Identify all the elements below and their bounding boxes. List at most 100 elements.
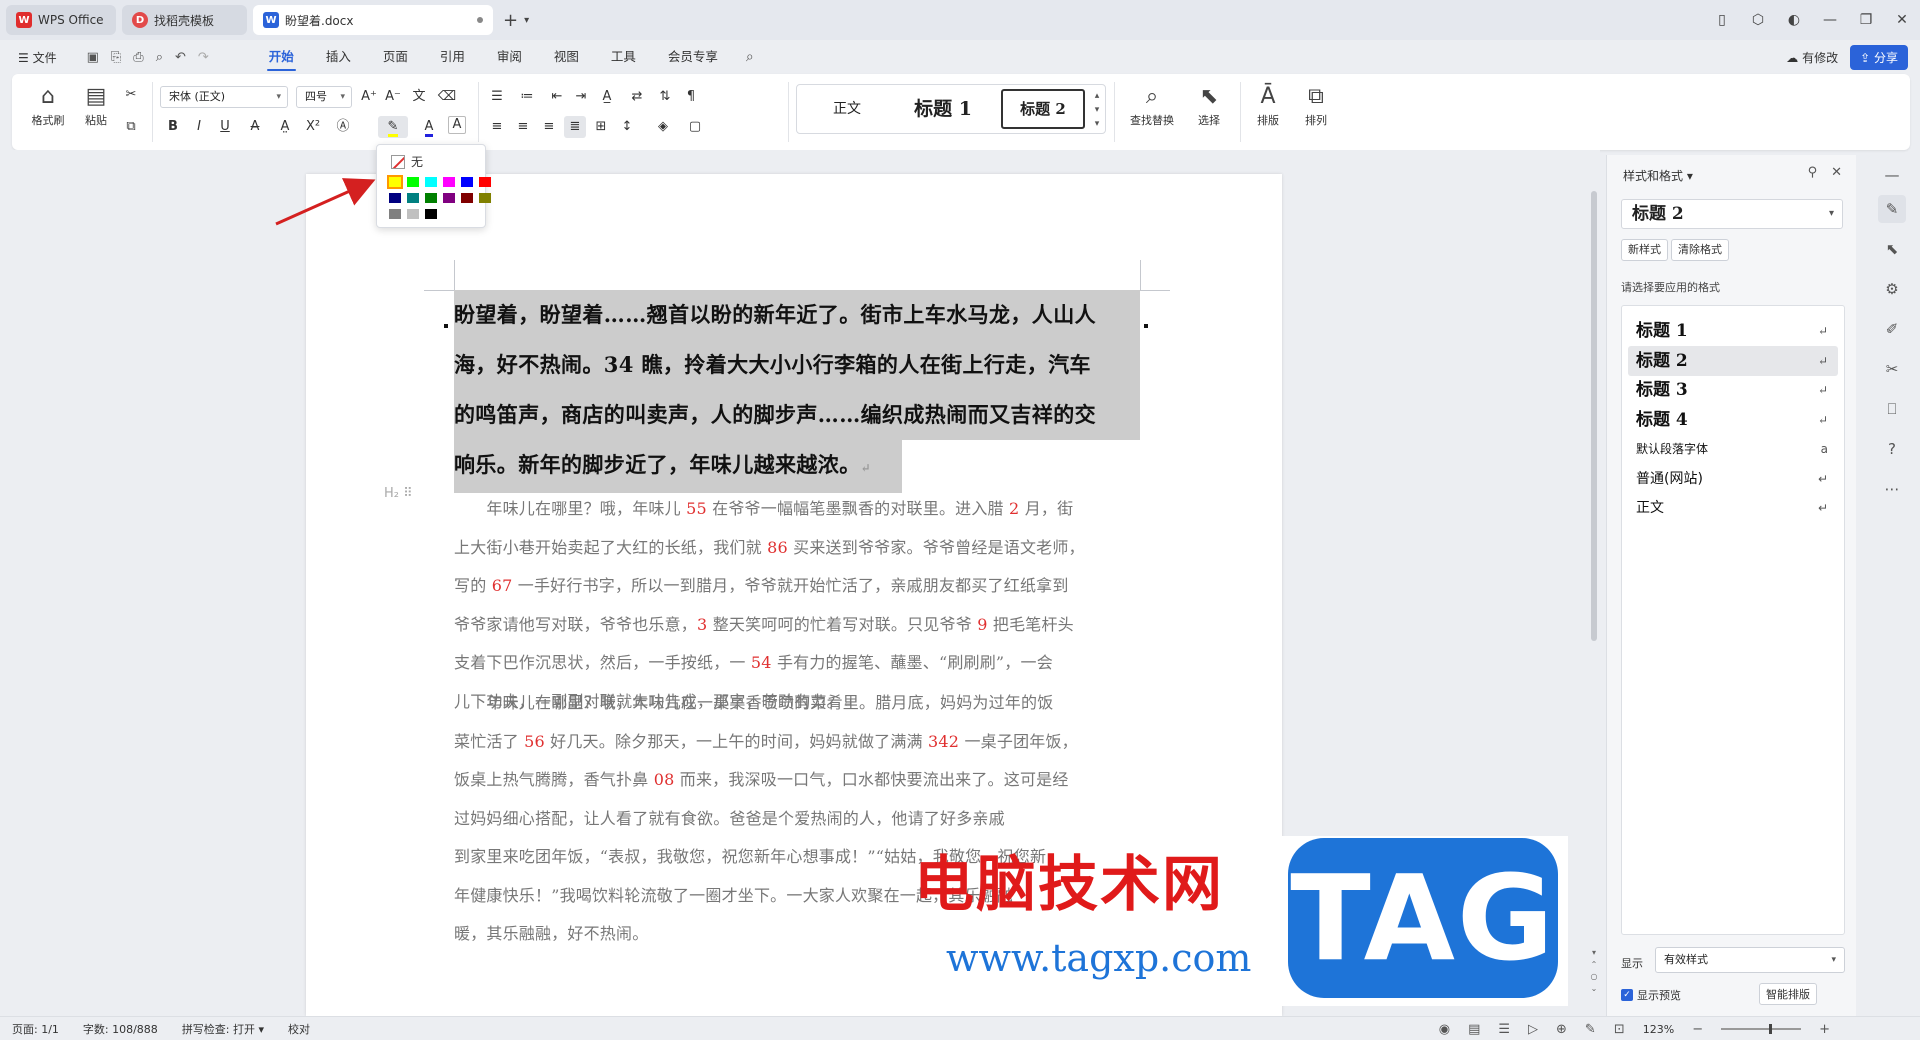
print-icon[interactable]: ⎙ (133, 50, 143, 65)
highlight-swatch[interactable] (461, 193, 473, 203)
clear-format-icon[interactable]: ⌫ (436, 86, 458, 108)
selection-handle[interactable] (444, 324, 448, 328)
zoom-slider-knob[interactable] (1769, 1024, 1773, 1034)
bullet-list-icon[interactable]: ☰ (486, 86, 508, 108)
highlight-swatch[interactable] (407, 193, 419, 203)
cut-icon[interactable]: ✂ (120, 84, 142, 106)
more-icon[interactable]: ⋯ (1878, 475, 1906, 503)
strikethrough-icon[interactable]: A (244, 116, 266, 138)
eye-icon[interactable]: ◉ (1439, 1022, 1450, 1037)
highlight-swatch[interactable] (443, 177, 455, 187)
no-highlight-option[interactable]: 无 (391, 153, 423, 170)
text-direction-icon[interactable]: ⇄ (626, 86, 648, 108)
style-list-item[interactable]: 普通(网站) ↵ (1628, 464, 1838, 494)
share-button[interactable]: ⇪ 分享 (1850, 45, 1908, 70)
shading-icon[interactable]: ◈ (652, 116, 674, 138)
text-effect-icon[interactable]: Ⓐ (332, 116, 354, 138)
undo-icon[interactable]: ↶ (175, 50, 186, 65)
current-style-select[interactable]: 标题 2 ▾ (1621, 199, 1843, 229)
arrange-button[interactable]: ⧉ 排列 (1294, 82, 1338, 128)
shrink-font-icon[interactable]: A⁻ (382, 86, 404, 108)
tab-home[interactable]: 开始 (253, 40, 310, 74)
line-spacing-icon[interactable]: ↕ (616, 116, 638, 138)
tab-references[interactable]: 引用 (424, 40, 481, 74)
document-scrollbar[interactable]: ▾ ⌃ ○ ⌄ (1588, 155, 1600, 1015)
style-heading-2[interactable]: 标题 2 (1001, 89, 1085, 129)
select-button[interactable]: ⬉ 选择 (1186, 82, 1232, 128)
style-list-item[interactable]: 标题 2 ↵ (1628, 345, 1838, 376)
increase-indent-icon[interactable]: ⇥ (570, 86, 592, 108)
decrease-indent-icon[interactable]: ⇤ (546, 86, 568, 108)
style-list-item[interactable]: 标题 4 ↵ (1628, 405, 1838, 435)
show-filter-select[interactable]: 有效样式 ▾ (1655, 947, 1845, 973)
highlight-swatch[interactable] (389, 209, 401, 219)
help-icon[interactable]: ? (1878, 435, 1906, 463)
copy-icon[interactable]: ⧉ (120, 116, 142, 138)
spellcheck-status[interactable]: 拼写检查: 打开 ▾ (170, 1021, 276, 1037)
pin-icon[interactable]: ⚲ (1808, 165, 1818, 180)
tab-page[interactable]: 页面 (367, 40, 424, 74)
chinese-layout-icon[interactable]: A̲ (596, 86, 618, 108)
tab-view[interactable]: 视图 (538, 40, 595, 74)
highlight-swatch[interactable] (425, 177, 437, 187)
justify-icon[interactable]: ≣ (564, 116, 586, 138)
zoom-out-icon[interactable]: − (1692, 1022, 1703, 1037)
book-icon[interactable]: ⎕ (1878, 395, 1906, 423)
paste-button[interactable]: ▤ 粘贴 (74, 82, 118, 128)
search-icon[interactable]: ⌕ (746, 49, 754, 65)
tab-insert[interactable]: 插入 (310, 40, 367, 74)
emphasis-icon[interactable]: A̤ (274, 116, 296, 138)
font-name-select[interactable]: 宋体 (正文) ▾ (160, 86, 288, 108)
highlight-swatch[interactable] (479, 193, 491, 203)
avatar[interactable]: ◐ (1776, 12, 1812, 28)
layout-icon[interactable]: ▯ (1704, 12, 1740, 28)
play-icon[interactable]: ▷ (1528, 1022, 1538, 1037)
chevron-down-icon[interactable]: ▾ (524, 15, 529, 26)
align-left-icon[interactable]: ≡ (486, 116, 508, 138)
highlight-swatch[interactable] (479, 177, 491, 187)
show-marks-icon[interactable]: ¶ (680, 86, 702, 108)
export-icon[interactable]: ⎘ (111, 50, 121, 65)
smart-typeset-button[interactable]: 智能排版 (1759, 983, 1817, 1005)
style-list-item[interactable]: 默认段落字体 a (1628, 434, 1838, 464)
sort-icon[interactable]: ⇅ (654, 86, 676, 108)
zoom-slider[interactable] (1721, 1024, 1802, 1034)
highlight-swatch[interactable] (443, 193, 455, 203)
collapse-icon[interactable]: — (1878, 161, 1906, 189)
format-painter-button[interactable]: ⌂ 格式刷 (26, 82, 70, 128)
zoom-level[interactable]: 123% (1643, 1023, 1674, 1036)
select-cursor-icon[interactable]: ⬉ (1878, 235, 1906, 263)
style-list-item[interactable]: 标题 3 ↵ (1628, 375, 1838, 405)
heading-level-marker[interactable]: H₂ ⠿ (384, 486, 413, 501)
restore-icon[interactable]: ❐ (1848, 12, 1884, 28)
page-count[interactable]: 页面: 1/1 (0, 1021, 71, 1037)
file-menu[interactable]: ☰ 文件 (18, 49, 57, 66)
selection-handle[interactable] (1144, 324, 1148, 328)
style-normal[interactable]: 正文 (807, 89, 887, 129)
show-preview-checkbox[interactable]: ✓ 显示预览 (1621, 987, 1681, 1003)
page-view-icon[interactable]: ▤ (1468, 1022, 1480, 1037)
highlight-swatch[interactable] (389, 193, 401, 203)
highlight-swatch[interactable] (407, 177, 419, 187)
bold-icon[interactable]: B (162, 116, 184, 138)
find-replace-button[interactable]: ⌕ 查找替换 (1120, 82, 1184, 128)
outline-view-icon[interactable]: ☰ (1498, 1022, 1510, 1037)
underline-icon[interactable]: U (214, 116, 236, 138)
pen-icon[interactable]: ✎ (1585, 1022, 1596, 1037)
superscript-icon[interactable]: X² (302, 116, 324, 138)
style-list-item[interactable]: 正文 ↵ (1628, 493, 1838, 523)
font-color-icon[interactable]: A (418, 116, 440, 138)
tab-wps-office[interactable]: W WPS Office (6, 5, 116, 35)
border-icon[interactable]: ▢ (684, 116, 706, 138)
cube-icon[interactable]: ⬡ (1740, 12, 1776, 28)
highlight-swatch[interactable] (425, 193, 437, 203)
italic-icon[interactable]: I (188, 116, 210, 138)
redo-icon[interactable]: ↷ (198, 50, 209, 65)
new-tab-plus-icon[interactable]: + (503, 10, 518, 31)
save-icon[interactable]: ▣ (87, 50, 99, 65)
fit-page-icon[interactable]: ⊡ (1614, 1022, 1625, 1037)
grow-font-icon[interactable]: A⁺ (358, 86, 380, 108)
highlight-swatch[interactable] (425, 209, 437, 219)
gallery-scroll[interactable]: ▴ ▾ ▾ (1092, 89, 1102, 131)
typeset-button[interactable]: Ā 排版 (1246, 82, 1290, 128)
